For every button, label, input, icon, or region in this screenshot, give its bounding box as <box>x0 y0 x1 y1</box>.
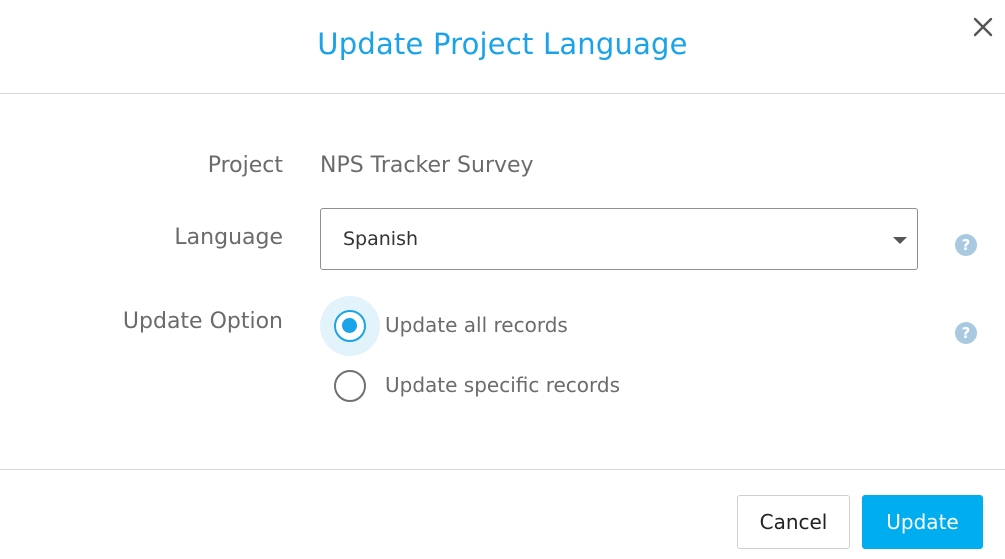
language-help-icon[interactable]: ? <box>955 234 977 256</box>
close-button[interactable] <box>970 14 996 40</box>
language-select[interactable]: Spanish <box>320 208 918 270</box>
language-selected-value: Spanish <box>343 228 419 250</box>
cancel-button[interactable]: Cancel <box>737 495 850 549</box>
update-project-language-dialog: Update Project Language Project NPS Trac… <box>0 0 1005 559</box>
radio-update-all-records[interactable]: Update all records <box>320 296 740 356</box>
update-button[interactable]: Update <box>862 495 983 549</box>
project-value: NPS Tracker Survey <box>320 153 534 178</box>
update-option-label: Update Option <box>122 309 283 334</box>
radio-label-update-all: Update all records <box>385 313 568 337</box>
chevron-down-icon <box>893 237 907 244</box>
update-option-help-icon[interactable]: ? <box>955 322 977 344</box>
close-icon <box>973 17 993 37</box>
language-label: Language <box>174 225 283 250</box>
dialog-header: Update Project Language <box>0 0 1005 94</box>
project-label: Project <box>207 153 283 178</box>
footer-divider <box>0 469 1005 470</box>
radio-checked-icon[interactable] <box>334 310 366 342</box>
radio-update-specific-records[interactable]: Update specific records <box>320 356 740 416</box>
radio-label-update-specific: Update specific records <box>385 373 621 397</box>
radio-unchecked-icon[interactable] <box>334 370 366 402</box>
dialog-title: Update Project Language <box>317 27 688 61</box>
